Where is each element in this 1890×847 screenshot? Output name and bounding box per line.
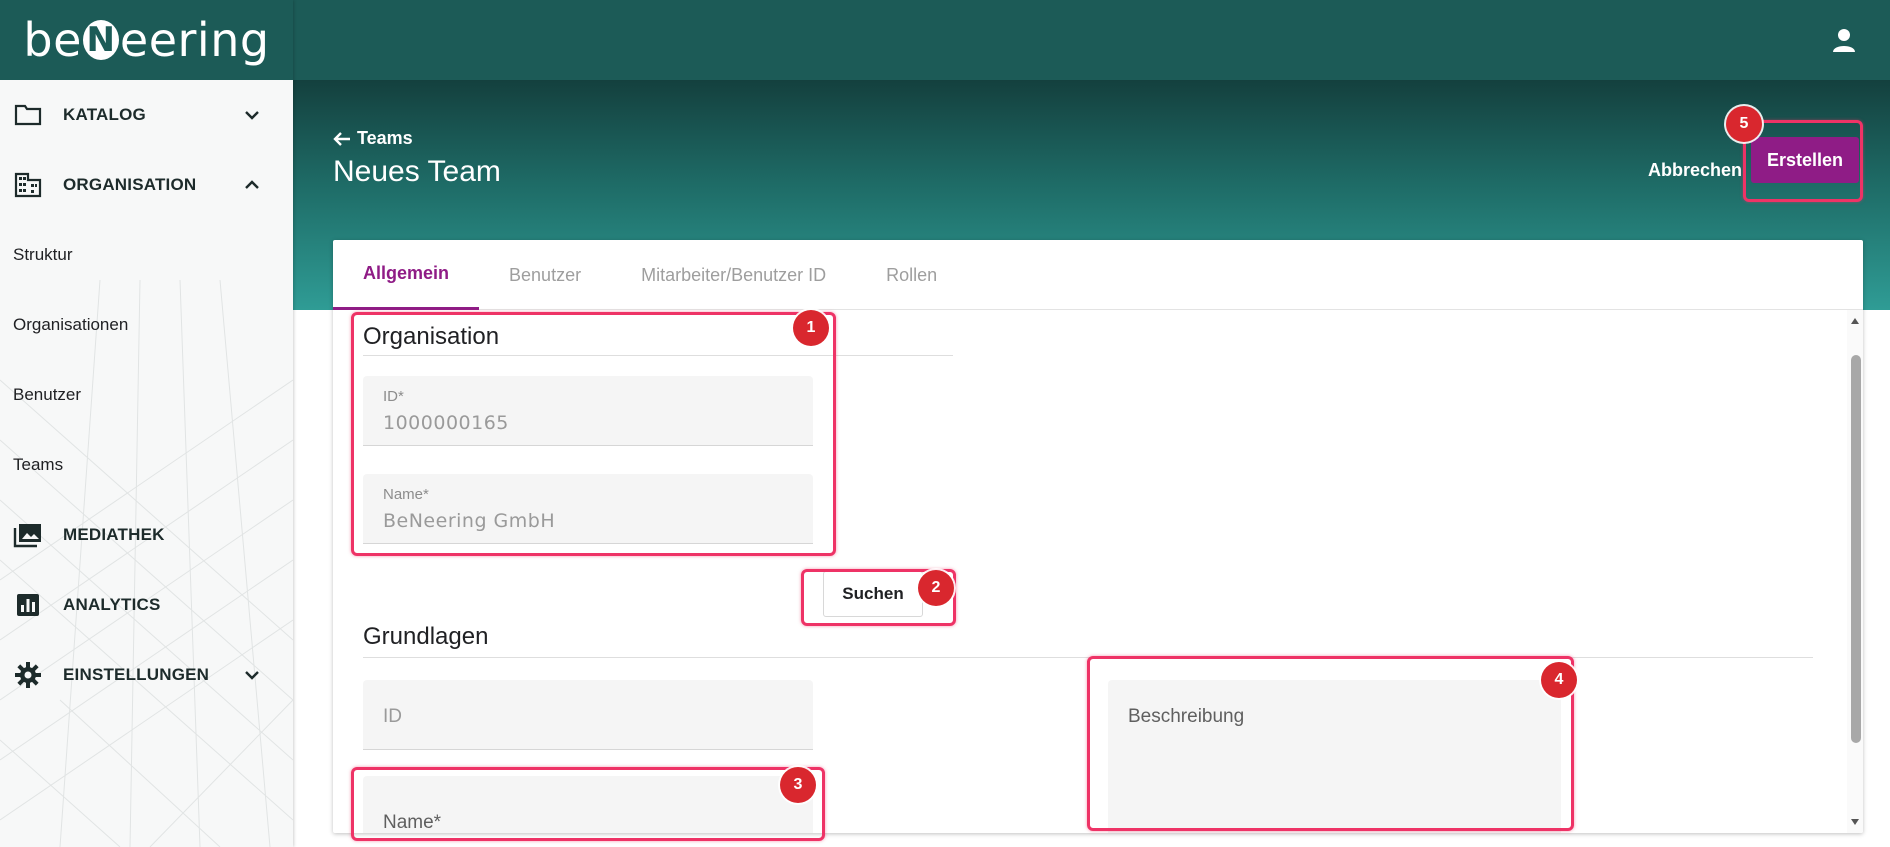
person-icon[interactable] [1830, 26, 1858, 54]
section-title-grundlagen: Grundlagen [363, 623, 489, 650]
sidebar-item-mediathek[interactable]: MEDIATHEK [0, 500, 293, 570]
photo-library-icon [13, 520, 43, 550]
team-id-field[interactable]: ID [363, 680, 813, 750]
back-link-label: Teams [357, 128, 413, 148]
tab-benutzer[interactable]: Benutzer [479, 240, 611, 310]
chevron-down-icon[interactable] [241, 664, 263, 686]
sidebar-subitem-organisationen[interactable]: Organisationen [0, 290, 293, 360]
step-badge-3: 3 [780, 767, 816, 803]
back-link[interactable]: Teams [333, 128, 413, 149]
sidebar-nav: KATALOG ORGANISATION Struktur Organisati… [0, 80, 293, 710]
chevron-down-icon[interactable] [241, 104, 263, 126]
bar-chart-icon [13, 590, 43, 620]
sidebar-item-katalog[interactable]: KATALOG [0, 80, 293, 150]
step-badge-2: 2 [918, 570, 954, 606]
highlight-box-3 [351, 767, 825, 841]
sidebar-item-label: MEDIATHEK [63, 525, 165, 544]
gear-icon [13, 660, 43, 690]
logo-text-start: be [23, 13, 82, 67]
sidebar-subitem-benutzer[interactable]: Benutzer [0, 360, 293, 430]
scroll-up-arrow-icon[interactable] [1851, 318, 1859, 324]
scrollbar-thumb[interactable] [1851, 355, 1861, 743]
sidebar: be Neering KATALOG ORGANISATION Struktur … [0, 0, 293, 847]
sidebar-item-label: ORGANISATION [63, 175, 197, 194]
highlight-box-1 [351, 312, 836, 556]
top-app-bar [293, 0, 1890, 80]
chevron-up-icon[interactable] [241, 174, 263, 196]
tab-rollen[interactable]: Rollen [856, 240, 967, 310]
sidebar-subitem-struktur[interactable]: Struktur [0, 220, 293, 290]
scroll-down-arrow-icon[interactable] [1851, 819, 1859, 825]
sidebar-item-organisation[interactable]: ORGANISATION [0, 150, 293, 220]
highlight-box-4 [1087, 656, 1574, 831]
step-badge-1: 1 [793, 310, 829, 346]
brand-logo[interactable]: be Neering [23, 13, 269, 67]
building-icon [13, 170, 43, 200]
page-title: Neues Team [333, 155, 501, 188]
sidebar-item-label: EINSTELLUNGEN [63, 665, 210, 684]
sidebar-item-label: ANALYTICS [63, 595, 161, 614]
sidebar-subitem-teams[interactable]: Teams [0, 430, 293, 500]
highlight-box-5 [1743, 120, 1863, 202]
arrow-back-icon [333, 131, 350, 146]
cancel-button[interactable]: Abbrechen [1648, 150, 1742, 190]
logo-mark: N [82, 20, 119, 60]
folder-icon [13, 100, 43, 130]
logo-bar: be Neering [0, 0, 293, 80]
sidebar-item-einstellungen[interactable]: EINSTELLUNGEN [0, 640, 293, 710]
step-badge-5: 5 [1726, 106, 1762, 142]
tab-mitarbeiter-benutzer-id[interactable]: Mitarbeiter/Benutzer ID [611, 240, 856, 310]
sidebar-item-label: KATALOG [63, 105, 146, 124]
logo-text-end: eering [119, 13, 270, 67]
tab-bar: Allgemein Benutzer Mitarbeiter/Benutzer … [333, 240, 1863, 310]
tab-allgemein[interactable]: Allgemein [333, 240, 480, 310]
step-badge-4: 4 [1541, 662, 1577, 698]
field-placeholder: ID [383, 706, 402, 727]
sidebar-item-analytics[interactable]: ANALYTICS [0, 570, 293, 640]
